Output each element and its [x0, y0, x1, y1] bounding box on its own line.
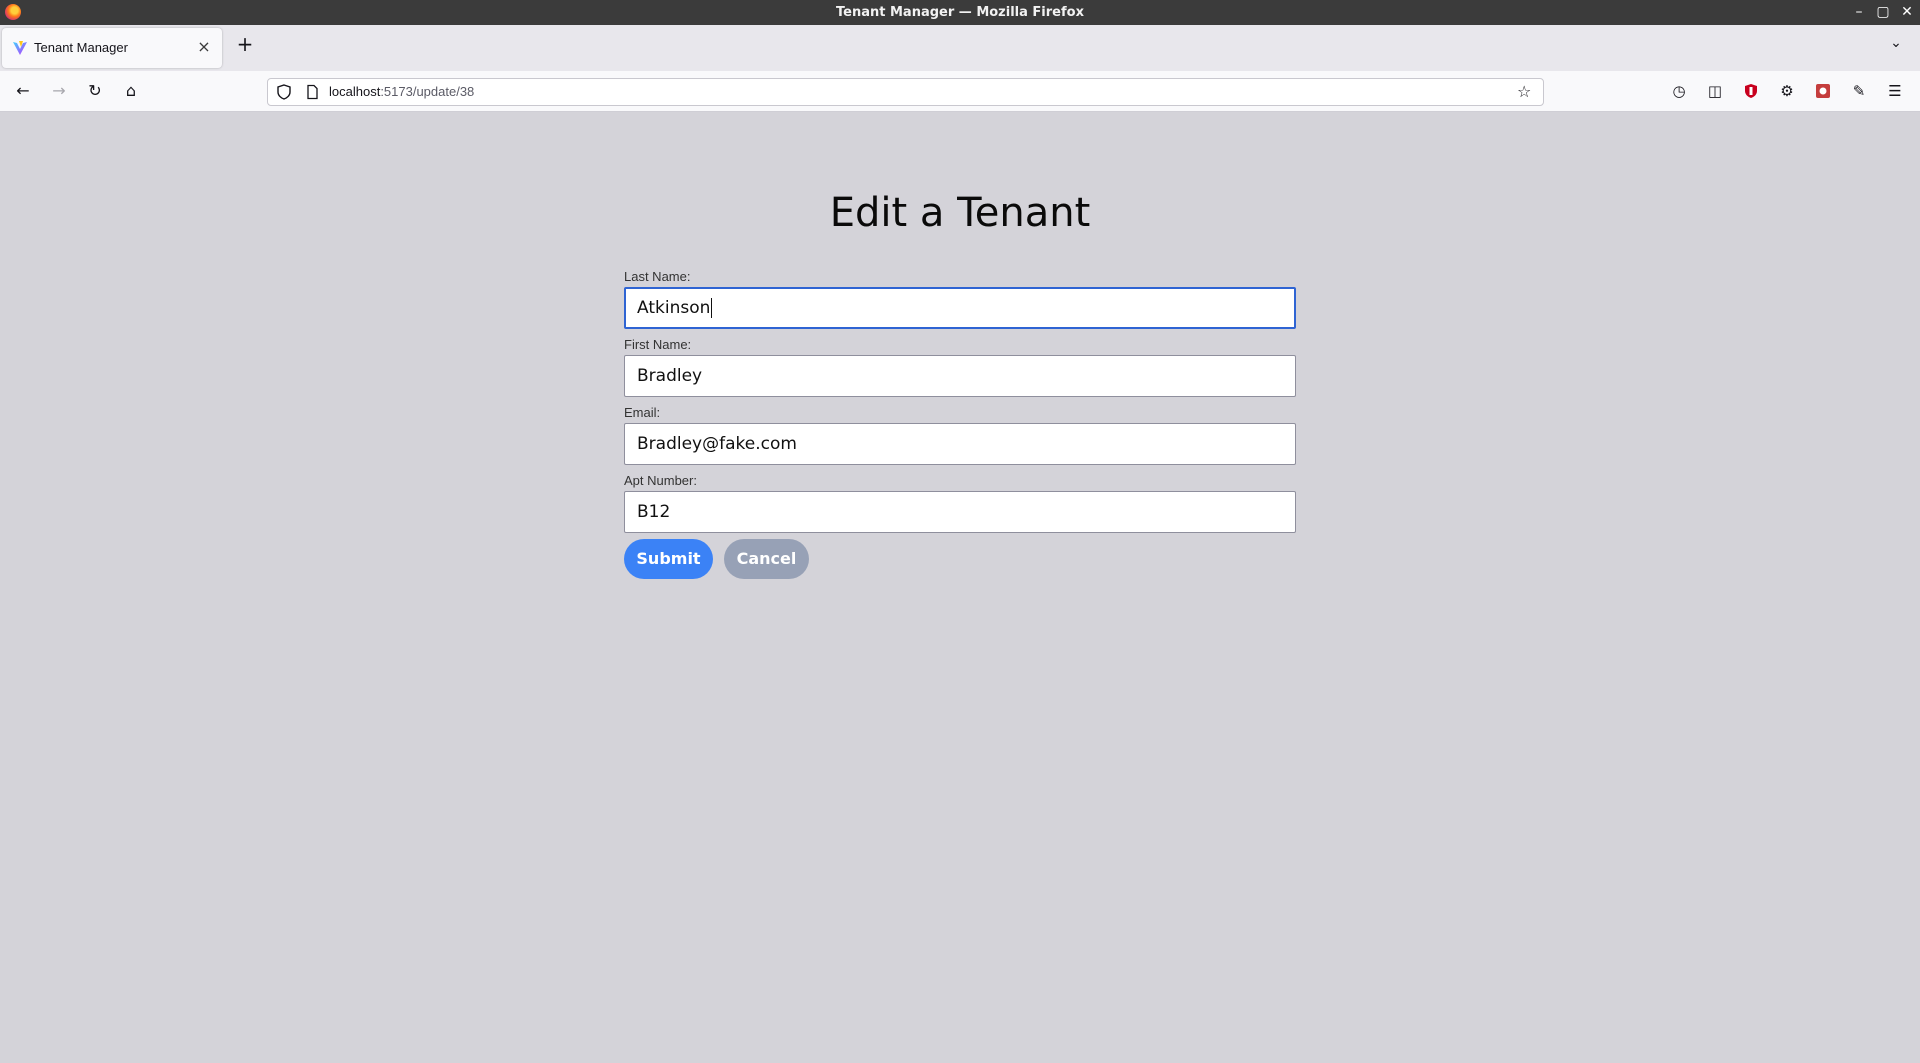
list-all-tabs-chevron-icon[interactable]: ⌄ [1886, 35, 1906, 55]
tab-bar: Tenant Manager × + ⌄ [0, 25, 1920, 72]
page-info-icon[interactable] [304, 84, 320, 100]
app-menu-hamburger-icon[interactable]: ☰ [1883, 79, 1907, 103]
email-label: Email: [624, 405, 661, 420]
page-content: Edit a Tenant Last Name: Atkinson First … [0, 112, 1920, 1063]
window-titlebar: Tenant Manager — Mozilla Firefox – ▢ ✕ [0, 0, 1920, 25]
minimize-icon[interactable]: – [1850, 3, 1868, 21]
last-name-field: Last Name: Atkinson [624, 269, 1296, 329]
bookmark-star-icon[interactable]: ☆ [1517, 83, 1535, 101]
vite-favicon-icon [13, 41, 27, 55]
last-name-value: Atkinson [637, 298, 711, 318]
page-title: Edit a Tenant [829, 189, 1091, 236]
extension-gears-icon[interactable]: ⚙ [1775, 79, 1799, 103]
close-window-icon[interactable]: ✕ [1898, 3, 1916, 21]
email-field: Email: Bradley@fake.com [624, 405, 1296, 465]
back-arrow-icon[interactable]: ← [11, 79, 35, 103]
apt-number-label: Apt Number: [624, 473, 697, 488]
first-name-label: First Name: [624, 337, 692, 352]
tab-close-icon[interactable]: × [194, 37, 214, 57]
apt-number-field: Apt Number: B12 [624, 473, 1296, 533]
text-caret [711, 298, 713, 318]
url-text[interactable]: localhost:5173/update/38 [329, 84, 474, 99]
address-bar[interactable]: localhost:5173/update/38 ☆ [267, 78, 1544, 106]
tab-label: Tenant Manager [34, 40, 128, 55]
tab-tenant-manager[interactable]: Tenant Manager × [2, 28, 222, 68]
ublock-extension-icon[interactable] [1739, 79, 1763, 103]
new-tab-plus-icon[interactable]: + [234, 33, 256, 55]
email-input[interactable]: Bradley@fake.com [624, 423, 1296, 465]
apt-number-input[interactable]: B12 [624, 491, 1296, 533]
forward-arrow-icon[interactable]: → [47, 79, 71, 103]
first-name-input[interactable]: Bradley [624, 355, 1296, 397]
submit-button[interactable]: Submit [624, 539, 713, 579]
first-name-field: First Name: Bradley [624, 337, 1296, 397]
red-extension-icon[interactable] [1811, 79, 1835, 103]
tracking-protection-shield-icon[interactable] [276, 84, 292, 100]
email-value: Bradley@fake.com [637, 434, 797, 454]
reader-view-icon[interactable]: ◫ [1703, 79, 1727, 103]
apt-number-value: B12 [637, 502, 671, 522]
window-title: Tenant Manager — Mozilla Firefox [836, 5, 1084, 20]
last-name-label: Last Name: [624, 269, 691, 284]
reload-icon[interactable]: ↻ [83, 79, 107, 103]
extensions-puzzle-icon[interactable]: ✎ [1847, 79, 1871, 103]
home-icon[interactable]: ⌂ [119, 79, 143, 103]
cancel-button[interactable]: Cancel [724, 539, 809, 579]
history-clock-icon[interactable]: ◷ [1667, 79, 1691, 103]
url-path: :5173/update/38 [380, 84, 475, 99]
first-name-value: Bradley [637, 366, 703, 386]
url-host: localhost [329, 84, 381, 99]
maximize-icon[interactable]: ▢ [1874, 3, 1892, 21]
tenant-form: Last Name: Atkinson First Name: Bradley … [624, 269, 1296, 541]
last-name-input[interactable]: Atkinson [624, 287, 1296, 329]
